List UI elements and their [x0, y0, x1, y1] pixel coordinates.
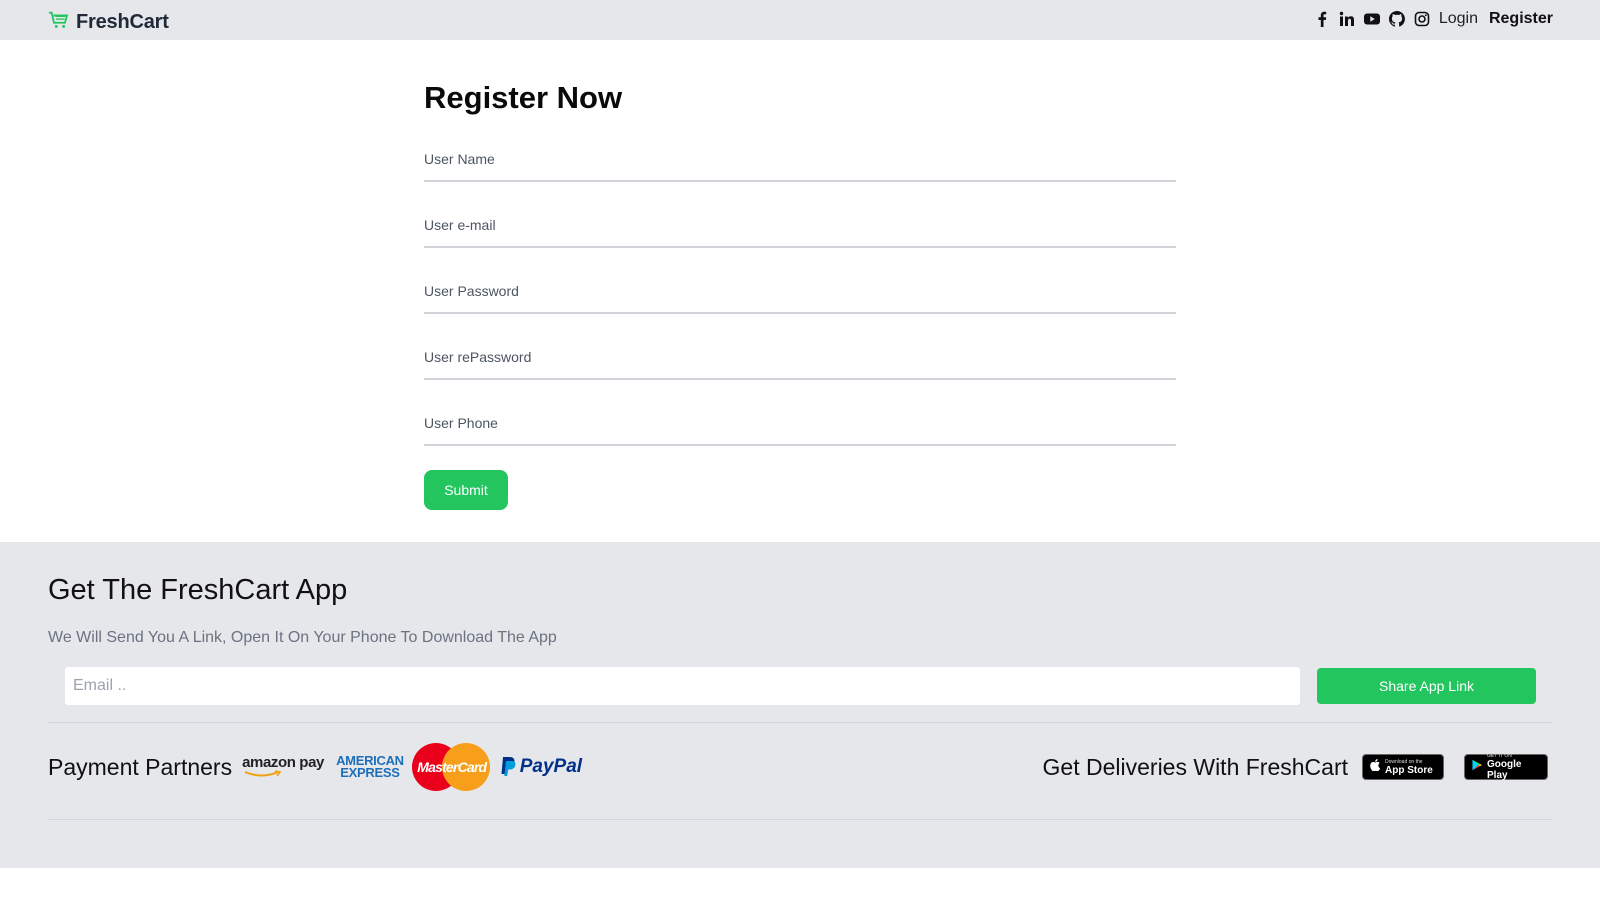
footer-divider: [48, 722, 1552, 723]
register-link[interactable]: Register: [1489, 10, 1553, 28]
linkedin-icon[interactable]: [1339, 11, 1355, 27]
password-field-wrapper: [424, 270, 1176, 314]
brand-logo[interactable]: FreshCart: [48, 9, 169, 36]
app-title: Get The FreshCart App: [48, 574, 348, 606]
paypal-logo: PayPal: [500, 756, 582, 778]
american-express-logo: AMERICAN EXPRESS: [336, 753, 404, 780]
username-input[interactable]: [424, 138, 1176, 182]
deliveries-label: Get Deliveries With FreshCart: [1042, 753, 1348, 780]
navbar: FreshCart Login Register: [0, 0, 1600, 40]
email-input[interactable]: [424, 204, 1176, 248]
mastercard-logo: MasterCard: [411, 743, 492, 791]
repassword-field-wrapper: [424, 336, 1176, 380]
cart-icon: [48, 9, 70, 36]
brand-name: FreshCart: [76, 11, 169, 33]
deliveries: Get Deliveries With FreshCart Download o…: [1043, 740, 1548, 794]
share-app-link-button[interactable]: Share App Link: [1317, 668, 1536, 704]
submit-button[interactable]: Submit: [424, 470, 508, 510]
login-link[interactable]: Login: [1439, 10, 1478, 28]
page-title: Register Now: [424, 80, 623, 115]
share-email-input[interactable]: [64, 666, 1301, 706]
google-play-icon: [1471, 758, 1483, 776]
instagram-icon[interactable]: [1414, 11, 1430, 27]
password-input[interactable]: [424, 270, 1176, 314]
footer-bottom-divider: [48, 819, 1552, 820]
username-field-wrapper: [424, 138, 1176, 182]
amazon-pay-logo: amazon pay: [242, 754, 324, 780]
app-subtitle: We Will Send You A Link, Open It On Your…: [48, 629, 557, 646]
youtube-icon[interactable]: [1363, 11, 1380, 27]
email-field-wrapper: [424, 204, 1176, 248]
payment-partners-label: Payment Partners: [48, 753, 233, 780]
footer: Get The FreshCart App We Will Send You A…: [0, 542, 1600, 868]
phone-field-wrapper: [424, 402, 1176, 446]
share-email-wrapper: [64, 666, 1301, 706]
apple-icon: [1369, 758, 1381, 776]
payment-partners: Payment Partners amazon pay AMERICAN EXP…: [48, 740, 582, 794]
phone-input[interactable]: [424, 402, 1176, 446]
facebook-icon[interactable]: [1314, 11, 1330, 27]
repassword-input[interactable]: [424, 336, 1176, 380]
google-play-badge[interactable]: GET IT ON Google Play: [1464, 753, 1548, 781]
app-store-badge[interactable]: Download on the App Store: [1362, 754, 1444, 780]
github-icon[interactable]: [1388, 11, 1405, 27]
nav-right: Login Register: [1314, 10, 1553, 28]
